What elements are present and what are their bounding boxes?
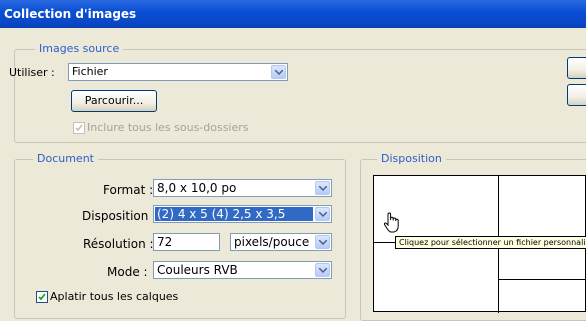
chevron-down-icon[interactable] [315, 181, 330, 195]
resolution-label: Résolution : [83, 237, 154, 251]
chevron-down-icon[interactable] [315, 263, 330, 277]
browse-button-label: Parcourir... [84, 94, 144, 107]
mode-select-value: Couleurs RVB [157, 263, 238, 277]
resolution-unit-select[interactable]: pixels/pouce [230, 233, 332, 251]
flatten-layers-label: Aplatir tous les calques [50, 290, 179, 303]
cancel-button[interactable] [567, 84, 586, 106]
layout-select[interactable]: (2) 4 x 5 (4) 2,5 x 3,5 [153, 205, 332, 223]
document-legend: Document [33, 152, 98, 165]
browse-button[interactable]: Parcourir... [71, 90, 157, 112]
layout-tooltip-text: Cliquez pour sélectionner un fichier per… [399, 238, 586, 247]
chevron-down-icon[interactable] [271, 65, 286, 79]
images-source-legend: Images source [35, 42, 124, 55]
ok-button[interactable] [567, 57, 586, 79]
resolution-unit-value: pixels/pouce [234, 235, 310, 249]
include-subfolders-label: Inclure tous les sous-dossiers [87, 121, 249, 134]
use-select-value: Fichier [72, 65, 108, 78]
layout-label: Disposition : [82, 209, 157, 223]
mode-label: Mode : [107, 265, 148, 279]
format-select[interactable]: 8,0 x 10,0 po [153, 179, 332, 197]
use-select[interactable]: Fichier [68, 63, 288, 81]
format-select-value: 8,0 x 10,0 po [157, 181, 237, 195]
mode-select[interactable]: Couleurs RVB [153, 261, 332, 279]
check-icon [38, 293, 46, 301]
hand-cursor-icon [383, 212, 399, 233]
format-label: Format : [103, 183, 154, 197]
title-bar[interactable]: Collection d'images [0, 0, 586, 28]
include-subfolders-checkbox[interactable] [73, 122, 85, 134]
layout-preview-legend: Disposition [377, 152, 446, 165]
layout-select-value: (2) 4 x 5 (4) 2,5 x 3,5 [155, 207, 313, 221]
layout-tooltip: Cliquez pour sélectionner un fichier per… [395, 236, 586, 249]
chevron-down-icon[interactable] [315, 207, 330, 221]
grid-horizontal-line [498, 279, 586, 280]
check-icon [75, 124, 83, 132]
window-title: Collection d'images [4, 7, 137, 21]
use-label: Utiliser : [9, 66, 55, 79]
chevron-down-icon[interactable] [315, 235, 330, 249]
resolution-input[interactable]: 72 [153, 233, 220, 251]
flatten-layers-checkbox[interactable] [36, 291, 48, 303]
resolution-value: 72 [157, 235, 173, 249]
